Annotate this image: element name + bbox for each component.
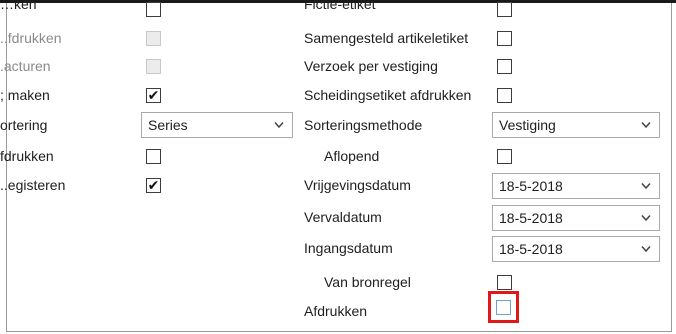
sorteringsmethode-label: Sorteringsmethode <box>304 117 423 133</box>
factureren-label: .acturen <box>0 58 51 74</box>
samengesteld-artikeletiket-checkbox[interactable] <box>497 31 512 46</box>
chevron-down-icon <box>274 122 284 129</box>
van-bronregel-label: Van bronregel <box>324 274 411 290</box>
chevron-down-icon <box>641 122 651 129</box>
chevron-down-icon <box>641 246 651 253</box>
maken-label: ; maken <box>0 87 50 103</box>
maken-checkbox[interactable]: ✔ <box>146 87 161 103</box>
sortering-select[interactable]: Series <box>141 112 293 138</box>
vervaldatum-picker[interactable]: 18-5-2018 <box>492 205 660 231</box>
sortering-select-value: Series <box>148 117 188 133</box>
checkmark-icon: ✔ <box>147 87 160 103</box>
vrijgevingsdatum-value: 18-5-2018 <box>499 178 563 194</box>
registreren-checkbox[interactable]: ✔ <box>146 177 161 193</box>
registreren-label: ..egisteren <box>0 177 66 193</box>
van-bronregel-checkbox[interactable] <box>497 275 512 290</box>
scheidingsetiket-label: Scheidingsetiket afdrukken <box>304 87 472 103</box>
ingangsdatum-value: 18-5-2018 <box>499 241 563 257</box>
vervaldatum-label: Vervaldatum <box>304 209 382 225</box>
vrijgevingsdatum-label: Vrijgevingsdatum <box>304 177 411 193</box>
afdrukken-label-2: fdrukken <box>0 148 54 164</box>
left-row0-label: …ken <box>0 0 37 12</box>
afdrukken-checkbox-1[interactable] <box>146 31 161 46</box>
right-row0-label: Fictie-etiket <box>304 0 376 12</box>
scheidingsetiket-checkbox[interactable] <box>497 88 512 103</box>
factureren-checkbox[interactable] <box>146 59 161 74</box>
vrijgevingsdatum-picker[interactable]: 18-5-2018 <box>492 173 660 199</box>
right-row0-checkbox[interactable] <box>497 2 512 17</box>
ingangsdatum-picker[interactable]: 18-5-2018 <box>492 236 660 262</box>
verzoek-per-vestiging-checkbox[interactable] <box>497 59 512 74</box>
afdrukken-checkbox-right[interactable] <box>496 300 511 315</box>
afdrukken-label-right: Afdrukken <box>304 303 368 319</box>
samengesteld-artikeletiket-label: Samengesteld artikeletiket <box>304 30 469 46</box>
checkmark-icon: ✔ <box>147 177 160 193</box>
sortering-label: ortering <box>0 117 48 133</box>
aflopend-checkbox[interactable] <box>497 149 512 164</box>
chevron-down-icon <box>641 215 651 222</box>
sorteringsmethode-select-value: Vestiging <box>499 117 556 133</box>
left-row0-checkbox[interactable] <box>146 2 161 17</box>
vervaldatum-value: 18-5-2018 <box>499 210 563 226</box>
afdrukken-checkbox-2[interactable] <box>146 149 161 164</box>
chevron-down-icon <box>641 183 651 190</box>
sorteringsmethode-select[interactable]: Vestiging <box>492 112 660 138</box>
verzoek-per-vestiging-label: Verzoek per vestiging <box>304 58 438 74</box>
afdrukken-label-1: ..fdrukken <box>0 30 62 46</box>
ingangsdatum-label: Ingangsdatum <box>304 240 393 256</box>
aflopend-label: Aflopend <box>324 148 380 164</box>
